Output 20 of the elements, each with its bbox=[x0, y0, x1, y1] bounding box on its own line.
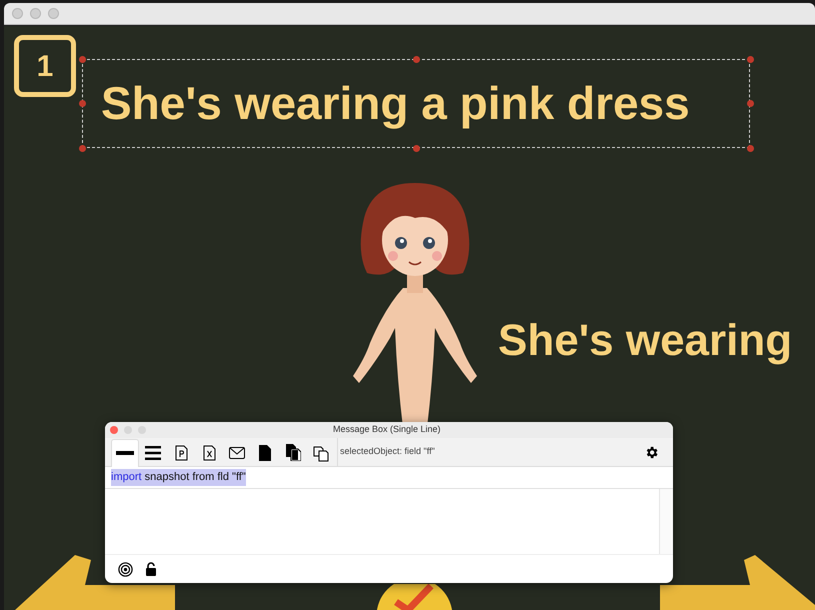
unlocked-padlock-icon[interactable] bbox=[145, 562, 157, 576]
copies-icon bbox=[312, 444, 330, 462]
mail-icon bbox=[229, 446, 245, 458]
files-icon bbox=[286, 444, 300, 461]
selected-object-label: selectedObject: field "ff" bbox=[340, 445, 435, 458]
left-arrow-icon[interactable] bbox=[15, 555, 175, 610]
close-button[interactable] bbox=[110, 426, 118, 434]
command-text: import snapshot from fld "ff" bbox=[111, 469, 246, 486]
file-icon bbox=[259, 444, 271, 460]
window-title: Message Box (Single Line) bbox=[333, 423, 441, 436]
p-document-icon bbox=[174, 444, 188, 460]
target-icon[interactable] bbox=[118, 562, 133, 576]
command-input-field[interactable]: import snapshot from fld "ff" bbox=[105, 467, 673, 489]
right-arrow-icon[interactable] bbox=[660, 555, 815, 610]
toolbar-button[interactable] bbox=[111, 438, 139, 466]
settings-icon[interactable] bbox=[644, 444, 659, 460]
lines-icon bbox=[145, 446, 161, 460]
number-badge: 1 bbox=[14, 35, 76, 97]
x-document-icon bbox=[202, 444, 216, 460]
caption-text: She's wearing bbox=[498, 315, 792, 367]
